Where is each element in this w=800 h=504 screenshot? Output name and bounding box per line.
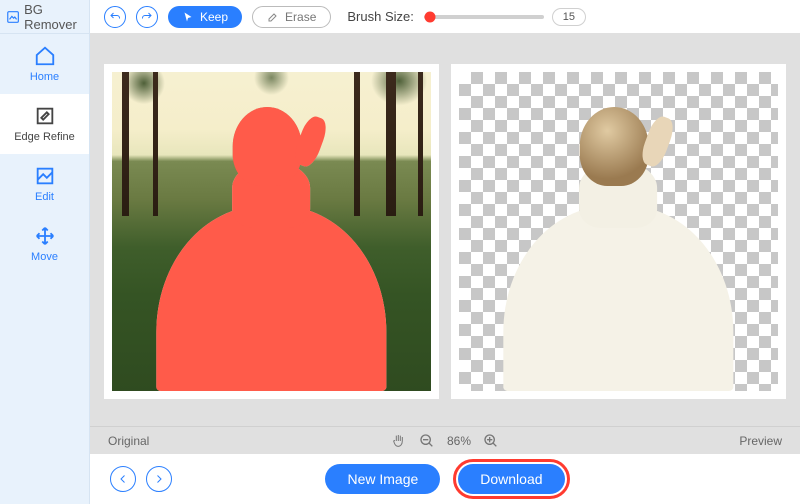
new-image-label: New Image: [347, 471, 418, 487]
sidebar-item-move[interactable]: Move: [0, 214, 89, 274]
brush-size-label: Brush Size:: [347, 9, 413, 24]
app-root: BG Remover Home Edge Refine Edit Move: [0, 0, 800, 504]
zoom-in-icon[interactable]: [483, 433, 499, 449]
original-image: [112, 72, 431, 391]
redo-button[interactable]: [136, 6, 158, 28]
brush-size-value: 15: [552, 8, 586, 26]
keep-icon: [182, 11, 194, 23]
home-icon: [34, 45, 56, 67]
prev-image-button[interactable]: [110, 466, 136, 492]
sidebar-item-label: Move: [31, 251, 58, 263]
undo-button[interactable]: [104, 6, 126, 28]
zoom-level: 86%: [447, 434, 471, 448]
keep-label: Keep: [200, 10, 228, 24]
undo-icon: [109, 11, 121, 23]
erase-label: Erase: [285, 10, 316, 24]
preview-label: Preview: [739, 434, 782, 448]
transparency-checker: [459, 72, 778, 391]
original-panel[interactable]: [104, 64, 439, 399]
new-image-button[interactable]: New Image: [325, 464, 440, 494]
erase-icon: [267, 11, 279, 23]
footer-bar: New Image Download: [90, 454, 800, 504]
sidebar: BG Remover Home Edge Refine Edit Move: [0, 0, 90, 504]
download-button[interactable]: Download: [458, 464, 564, 494]
canvas-area: [90, 34, 800, 426]
chevron-right-icon: [153, 473, 165, 485]
toolbar: Keep Erase Brush Size: 15: [90, 0, 800, 34]
status-bar: Original 86% Preview: [90, 426, 800, 454]
brush-size-slider[interactable]: [424, 15, 544, 19]
brand: BG Remover: [0, 0, 89, 34]
next-image-button[interactable]: [146, 466, 172, 492]
edge-refine-icon: [34, 105, 56, 127]
main: Keep Erase Brush Size: 15: [90, 0, 800, 504]
sidebar-item-home[interactable]: Home: [0, 34, 89, 94]
edit-icon: [34, 165, 56, 187]
sidebar-item-label: Home: [30, 71, 59, 83]
move-icon: [34, 225, 56, 247]
brush-size-control: 15: [424, 8, 586, 26]
keep-button[interactable]: Keep: [168, 6, 242, 28]
chevron-left-icon: [117, 473, 129, 485]
redo-icon: [141, 11, 153, 23]
cutout-subject: [504, 110, 734, 391]
zoom-out-icon[interactable]: [419, 433, 435, 449]
preview-panel[interactable]: [451, 64, 786, 399]
original-label: Original: [108, 434, 149, 448]
brand-icon: [6, 8, 20, 26]
erase-button[interactable]: Erase: [252, 6, 331, 28]
brand-name: BG Remover: [24, 2, 83, 32]
sidebar-item-label: Edit: [35, 191, 54, 203]
download-label: Download: [480, 471, 542, 487]
sidebar-item-edge-refine[interactable]: Edge Refine: [0, 94, 89, 154]
sidebar-item-label: Edge Refine: [14, 131, 75, 143]
sidebar-item-edit[interactable]: Edit: [0, 154, 89, 214]
slider-thumb[interactable]: [424, 11, 435, 22]
keep-mask-overlay: [112, 72, 431, 391]
pan-icon[interactable]: [391, 433, 407, 449]
